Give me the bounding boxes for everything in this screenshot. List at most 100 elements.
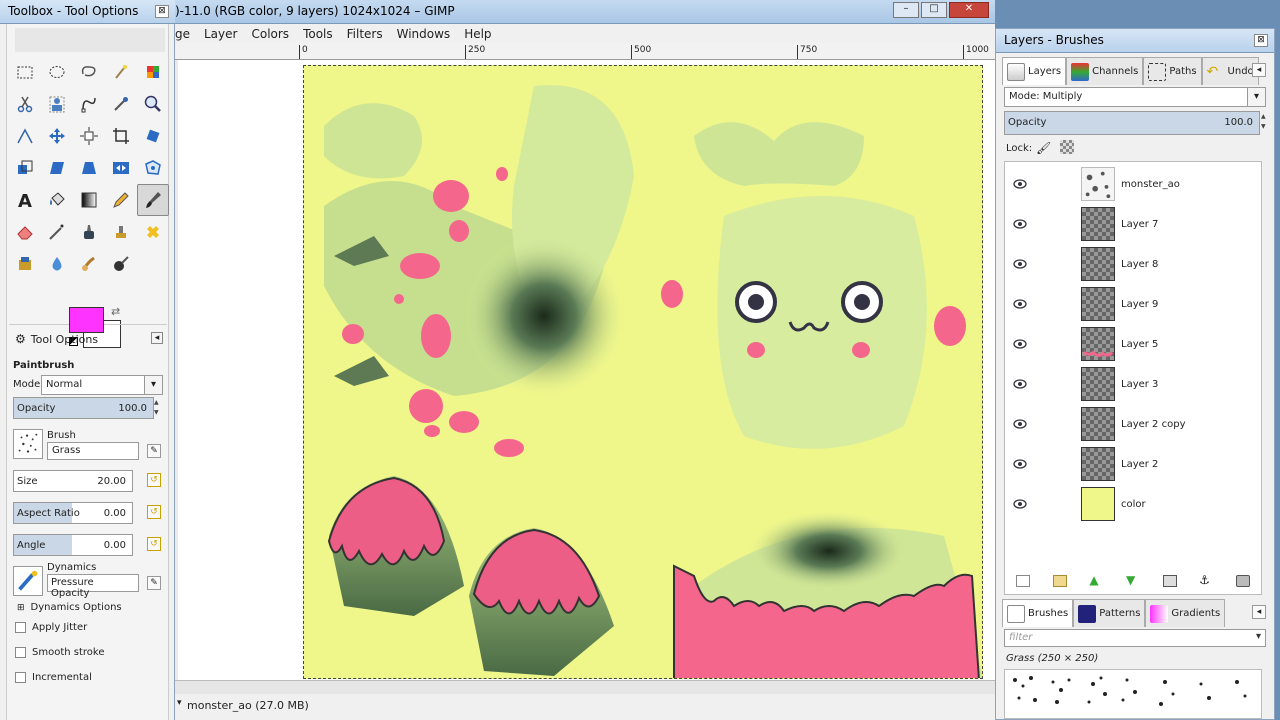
visibility-eye-icon[interactable] — [1013, 379, 1027, 389]
apply-jitter-checkbox[interactable]: Apply Jitter — [15, 622, 87, 633]
lock-pixels-icon[interactable]: 🖌 — [1036, 141, 1051, 155]
clone-tool-icon[interactable] — [105, 216, 137, 248]
checkbox-icon[interactable] — [15, 647, 26, 658]
paths-tool-icon[interactable] — [73, 88, 105, 120]
close-icon[interactable]: ⊠ — [1254, 34, 1268, 47]
shear-tool-icon[interactable] — [41, 152, 73, 184]
visibility-eye-icon[interactable] — [1013, 299, 1027, 309]
airbrush-tool-icon[interactable] — [41, 216, 73, 248]
chevron-down-icon[interactable]: ▾ — [144, 376, 162, 394]
smudge-tool-icon[interactable] — [73, 248, 105, 280]
tab-menu-icon[interactable]: ◂ — [1252, 63, 1266, 77]
paintbrush-tool-icon[interactable] — [137, 184, 169, 216]
layer-opacity-spinner[interactable]: Opacity 100.0 ▲ ▼ — [1004, 111, 1266, 135]
mode-select[interactable]: Normal ▾ — [41, 375, 163, 395]
brush-grid[interactable] — [1004, 669, 1262, 719]
heal-tool-icon[interactable] — [137, 216, 169, 248]
layer-row[interactable]: Layer 2 copy — [1005, 404, 1261, 444]
chevron-down-icon[interactable]: ▾ — [1256, 631, 1261, 642]
wilber-drop-area[interactable] — [15, 28, 165, 52]
edit-dynamics-icon[interactable]: ✎ — [147, 576, 161, 590]
reset-size-icon[interactable]: ↺ — [147, 473, 161, 487]
edit-brush-icon[interactable]: ✎ — [147, 444, 161, 458]
layer-row[interactable]: Layer 2 — [1005, 444, 1261, 484]
dynamics-field[interactable]: Pressure Opacity — [47, 574, 139, 599]
bucket-fill-tool-icon[interactable] — [41, 184, 73, 216]
menu-layer[interactable]: Layer — [204, 27, 237, 41]
menu-filters[interactable]: Filters — [347, 27, 383, 41]
minimize-icon[interactable]: – — [893, 2, 919, 18]
rect-select-tool-icon[interactable] — [9, 56, 41, 88]
fuzzy-select-tool-icon[interactable] — [105, 56, 137, 88]
close-window-icon[interactable]: ✕ — [949, 2, 989, 18]
tab-brushes[interactable]: Brushes — [1002, 599, 1074, 627]
menu-tools[interactable]: Tools — [303, 27, 333, 41]
layer-row[interactable]: Layer 9 — [1005, 284, 1261, 324]
image-canvas[interactable] — [303, 65, 983, 679]
measure-tool-icon[interactable] — [9, 120, 41, 152]
cage-transform-tool-icon[interactable] — [137, 152, 169, 184]
new-layer-icon[interactable] — [1016, 575, 1031, 587]
scale-tool-icon[interactable] — [9, 152, 41, 184]
angle-spinner[interactable]: Angle 0.00 — [13, 534, 133, 556]
layer-row[interactable]: color — [1005, 484, 1261, 524]
color-select-tool-icon[interactable] — [137, 56, 169, 88]
duplicate-layer-icon[interactable] — [1162, 575, 1177, 587]
ink-tool-icon[interactable] — [73, 216, 105, 248]
dock-titlebar[interactable]: Layers - Brushes ⊠ — [996, 29, 1274, 53]
visibility-eye-icon[interactable] — [1013, 459, 1027, 469]
spin-arrows-icon[interactable]: ▲ ▼ — [1261, 112, 1269, 132]
tab-patterns[interactable]: Patterns — [1073, 599, 1146, 627]
unit-chevron-icon[interactable]: ▾ — [177, 698, 182, 708]
visibility-eye-icon[interactable] — [1013, 339, 1027, 349]
layer-mode-select[interactable]: Mode: Multiply ▾ — [1004, 87, 1266, 107]
text-tool-icon[interactable]: A — [9, 184, 41, 216]
color-picker-tool-icon[interactable] — [105, 88, 137, 120]
menu-image[interactable]: ge — [175, 27, 190, 41]
dynamics-icon[interactable] — [13, 566, 43, 596]
rotate-tool-icon[interactable] — [137, 120, 169, 152]
layers-list[interactable]: monster_ao Layer 7 Layer 8 Layer 9 Layer… — [1004, 161, 1262, 595]
layer-row[interactable]: Layer 7 — [1005, 204, 1261, 244]
blur-tool-icon[interactable] — [41, 248, 73, 280]
tab-menu-icon[interactable]: ◂ — [1252, 605, 1266, 619]
reset-angle-icon[interactable]: ↺ — [147, 537, 161, 551]
visibility-eye-icon[interactable] — [1013, 259, 1027, 269]
tab-menu-icon[interactable]: ◂ — [151, 332, 163, 344]
layer-row[interactable]: monster_ao — [1005, 164, 1261, 204]
layer-row[interactable]: Layer 5 — [1005, 324, 1261, 364]
pencil-tool-icon[interactable] — [105, 184, 137, 216]
checkbox-icon[interactable] — [15, 622, 26, 633]
swap-colors-icon[interactable]: ⇄ — [111, 305, 120, 318]
brush-name-field[interactable]: Grass — [47, 442, 139, 460]
menu-colors[interactable]: Colors — [251, 27, 289, 41]
brush-preview[interactable] — [13, 429, 43, 459]
checkbox-icon[interactable] — [15, 672, 26, 683]
reset-aspect-icon[interactable]: ↺ — [147, 505, 161, 519]
tab-channels[interactable]: Channels — [1066, 57, 1144, 85]
dodge-burn-tool-icon[interactable] — [105, 248, 137, 280]
visibility-eye-icon[interactable] — [1013, 499, 1027, 509]
image-titlebar[interactable]: )-11.0 (RGB color, 9 layers) 1024x1024 –… — [175, 0, 995, 24]
foreground-select-tool-icon[interactable] — [41, 88, 73, 120]
aspect-ratio-spinner[interactable]: Aspect Ratio 0.00 — [13, 502, 133, 524]
tab-layers[interactable]: Layers — [1002, 57, 1067, 85]
tab-gradients[interactable]: Gradients — [1145, 599, 1226, 627]
lower-layer-icon[interactable]: ▼ — [1126, 574, 1140, 587]
flip-tool-icon[interactable] — [105, 152, 137, 184]
layer-row[interactable]: Layer 3 — [1005, 364, 1261, 404]
move-tool-icon[interactable] — [41, 120, 73, 152]
new-layer-group-icon[interactable] — [1052, 575, 1067, 587]
spin-arrows-icon[interactable]: ▲ ▼ — [154, 398, 162, 418]
canvas-area[interactable] — [178, 60, 995, 680]
delete-layer-icon[interactable] — [1235, 575, 1250, 587]
close-icon[interactable]: ⊠ — [155, 5, 169, 18]
visibility-eye-icon[interactable] — [1013, 419, 1027, 429]
foreground-color-swatch-front[interactable] — [69, 307, 104, 333]
brush-filter-input[interactable]: filter ▾ — [1004, 629, 1266, 647]
perspective-clone-tool-icon[interactable] — [9, 248, 41, 280]
menu-help[interactable]: Help — [464, 27, 491, 41]
dynamics-options-expander[interactable]: ⊞ Dynamics Options — [17, 602, 122, 613]
align-tool-icon[interactable] — [73, 120, 105, 152]
tab-undo[interactable]: ↶ Undo — [1201, 57, 1259, 85]
